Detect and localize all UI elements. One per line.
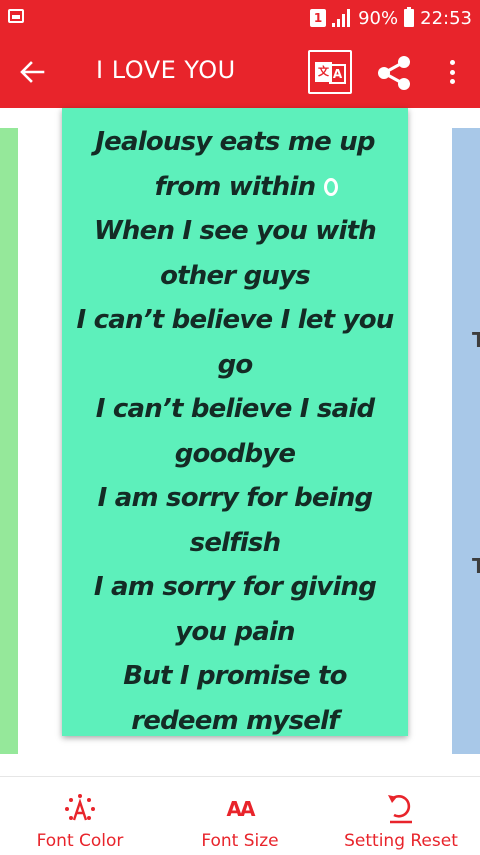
poem-line: goodbye	[174, 438, 296, 469]
poem-line: go	[217, 349, 254, 380]
battery-icon	[404, 7, 415, 27]
next-card-text-peek: T	[472, 328, 480, 352]
font-size-button[interactable]: AA Font Size	[188, 777, 292, 855]
setting-reset-label: Setting Reset	[344, 831, 458, 851]
font-size-icon: AA	[226, 797, 256, 821]
next-card-text-peek: T	[472, 554, 480, 578]
poem-line: When I see you with	[94, 216, 377, 246]
poem-line: from within	[154, 171, 316, 202]
gallery-icon	[8, 9, 24, 23]
more-dot	[449, 60, 455, 65]
translate-button[interactable]: 文 A	[308, 50, 352, 94]
battery-percent: 90%	[358, 7, 399, 29]
app-toolbar: I LOVE YOU 文 A	[0, 36, 480, 108]
font-color-button[interactable]: Font Color	[30, 777, 130, 855]
poem-text: Jealousy eats me up from within When I s…	[62, 120, 408, 736]
poem-line: you pain	[175, 616, 295, 647]
poem-line: But I promise to	[123, 661, 347, 691]
page-title: I LOVE YOU	[96, 56, 236, 84]
sim-indicator: 1	[310, 9, 327, 27]
quote-card[interactable]: Jealousy eats me up from within When I s…	[62, 108, 408, 736]
poem-line: other guys	[160, 260, 311, 291]
poem-line: selfish	[189, 527, 281, 558]
more-dot	[449, 69, 455, 75]
more-vert-icon[interactable]	[440, 56, 464, 88]
previous-card[interactable]	[0, 128, 18, 754]
bottom-toolbar: Font Color AA Font Size Setting Reset	[0, 776, 480, 855]
font-color-label: Font Color	[36, 831, 124, 851]
status-bar: 1 90% 22:53	[0, 0, 480, 36]
share-icon[interactable]	[374, 53, 414, 93]
status-right: 1 90% 22:53	[310, 6, 472, 30]
reset-icon	[388, 794, 412, 824]
clock: 22:53	[420, 7, 472, 29]
signal-icon	[332, 9, 351, 27]
poem-line: redeem myself	[131, 705, 339, 736]
poem-line: I can’t believe I let you	[76, 305, 395, 335]
poem-line: I can’t believe I said	[95, 394, 375, 424]
back-button[interactable]	[14, 54, 50, 90]
touch-cursor	[324, 178, 338, 196]
poem-line: Jealousy eats me up	[95, 127, 375, 157]
back-arrow-icon	[20, 61, 45, 83]
more-dot	[449, 79, 455, 84]
font-size-label: Font Size	[201, 831, 279, 851]
setting-reset-button[interactable]: Setting Reset	[336, 777, 466, 855]
translate-icon-letter: A	[329, 64, 346, 84]
next-card[interactable]: T T	[452, 128, 480, 754]
poem-line: I am sorry for being	[97, 483, 374, 513]
font-color-icon	[65, 794, 95, 821]
poem-line: I am sorry for giving	[93, 572, 377, 602]
